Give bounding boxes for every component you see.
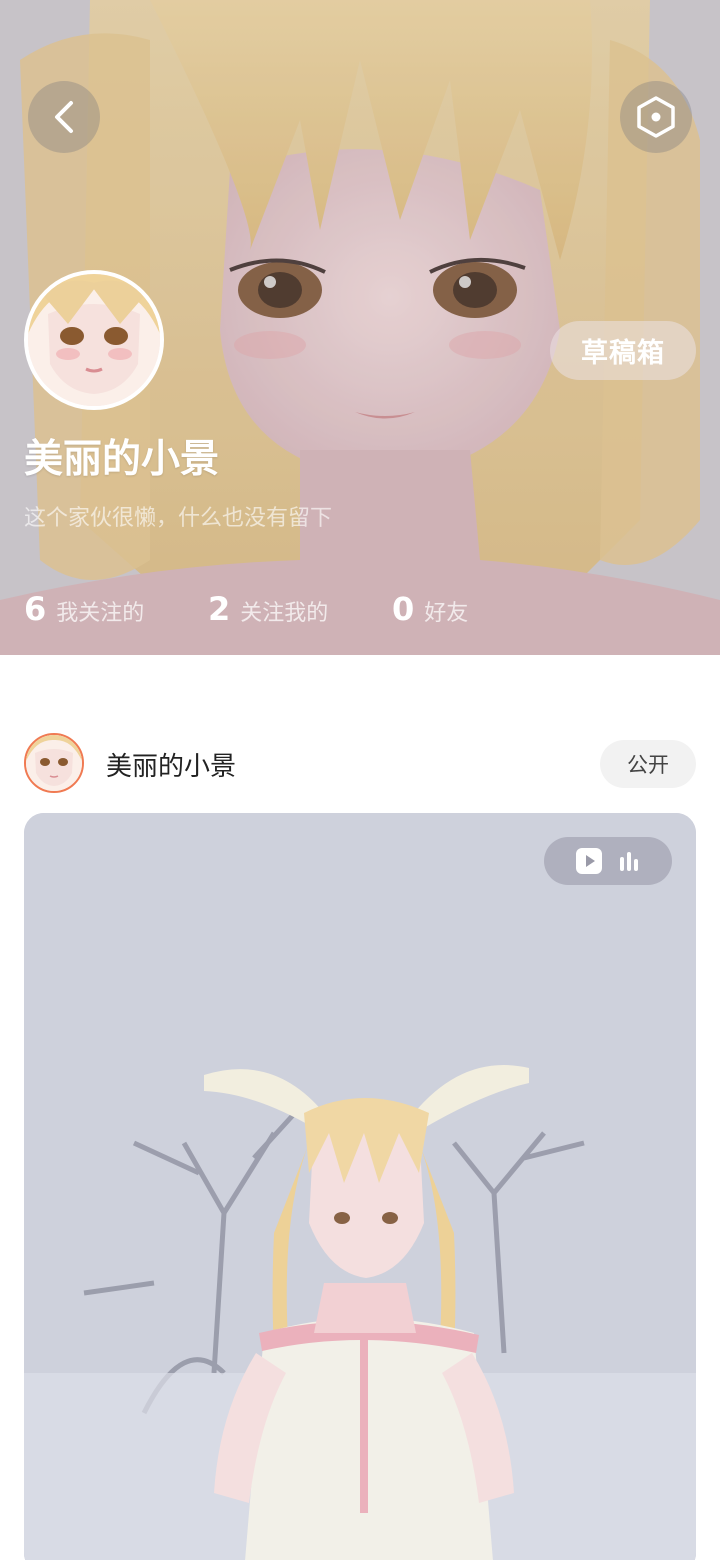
stat-friends-count: 0 <box>392 590 415 628</box>
media-type-badge <box>544 837 672 885</box>
post-author-name[interactable]: 美丽的小景 <box>106 746 236 783</box>
avatar-image <box>26 735 82 791</box>
profile-name: 美丽的小景 <box>24 437 220 482</box>
play-video-icon <box>576 848 602 874</box>
stat-friends-label: 好友 <box>424 601 469 626</box>
drafts-button[interactable]: 草稿箱 <box>550 321 696 380</box>
settings-button[interactable] <box>620 81 692 153</box>
visibility-tag[interactable]: 公开 <box>600 740 696 788</box>
profile-header: 草稿箱 美丽的小景 这个家伙很懒，什么也没有留下 6 我关注的 2 关注我的 0… <box>0 0 720 655</box>
chevron-left-icon <box>55 101 73 133</box>
stat-followers[interactable]: 2 关注我的 <box>208 590 328 628</box>
profile-bio: 这个家伙很懒，什么也没有留下 <box>24 506 333 531</box>
audio-bars-icon <box>620 852 638 871</box>
post-header: 美丽的小景 公开 <box>0 730 720 796</box>
stat-following-label: 我关注的 <box>56 601 145 626</box>
profile-avatar[interactable] <box>24 270 164 410</box>
stat-friends[interactable]: 0 好友 <box>392 590 468 628</box>
post-author-avatar[interactable] <box>24 733 84 793</box>
stat-followers-count: 2 <box>208 590 231 628</box>
avatar-image <box>28 274 160 406</box>
stat-following[interactable]: 6 我关注的 <box>24 590 144 628</box>
profile-stats: 6 我关注的 2 关注我的 0 好友 <box>24 590 704 634</box>
hexagon-settings-icon <box>637 96 675 138</box>
stat-following-count: 6 <box>24 590 47 628</box>
back-button[interactable] <box>28 81 100 153</box>
post-media[interactable] <box>24 813 696 1560</box>
stat-followers-label: 关注我的 <box>240 601 329 626</box>
post-video-thumbnail <box>24 813 696 1560</box>
